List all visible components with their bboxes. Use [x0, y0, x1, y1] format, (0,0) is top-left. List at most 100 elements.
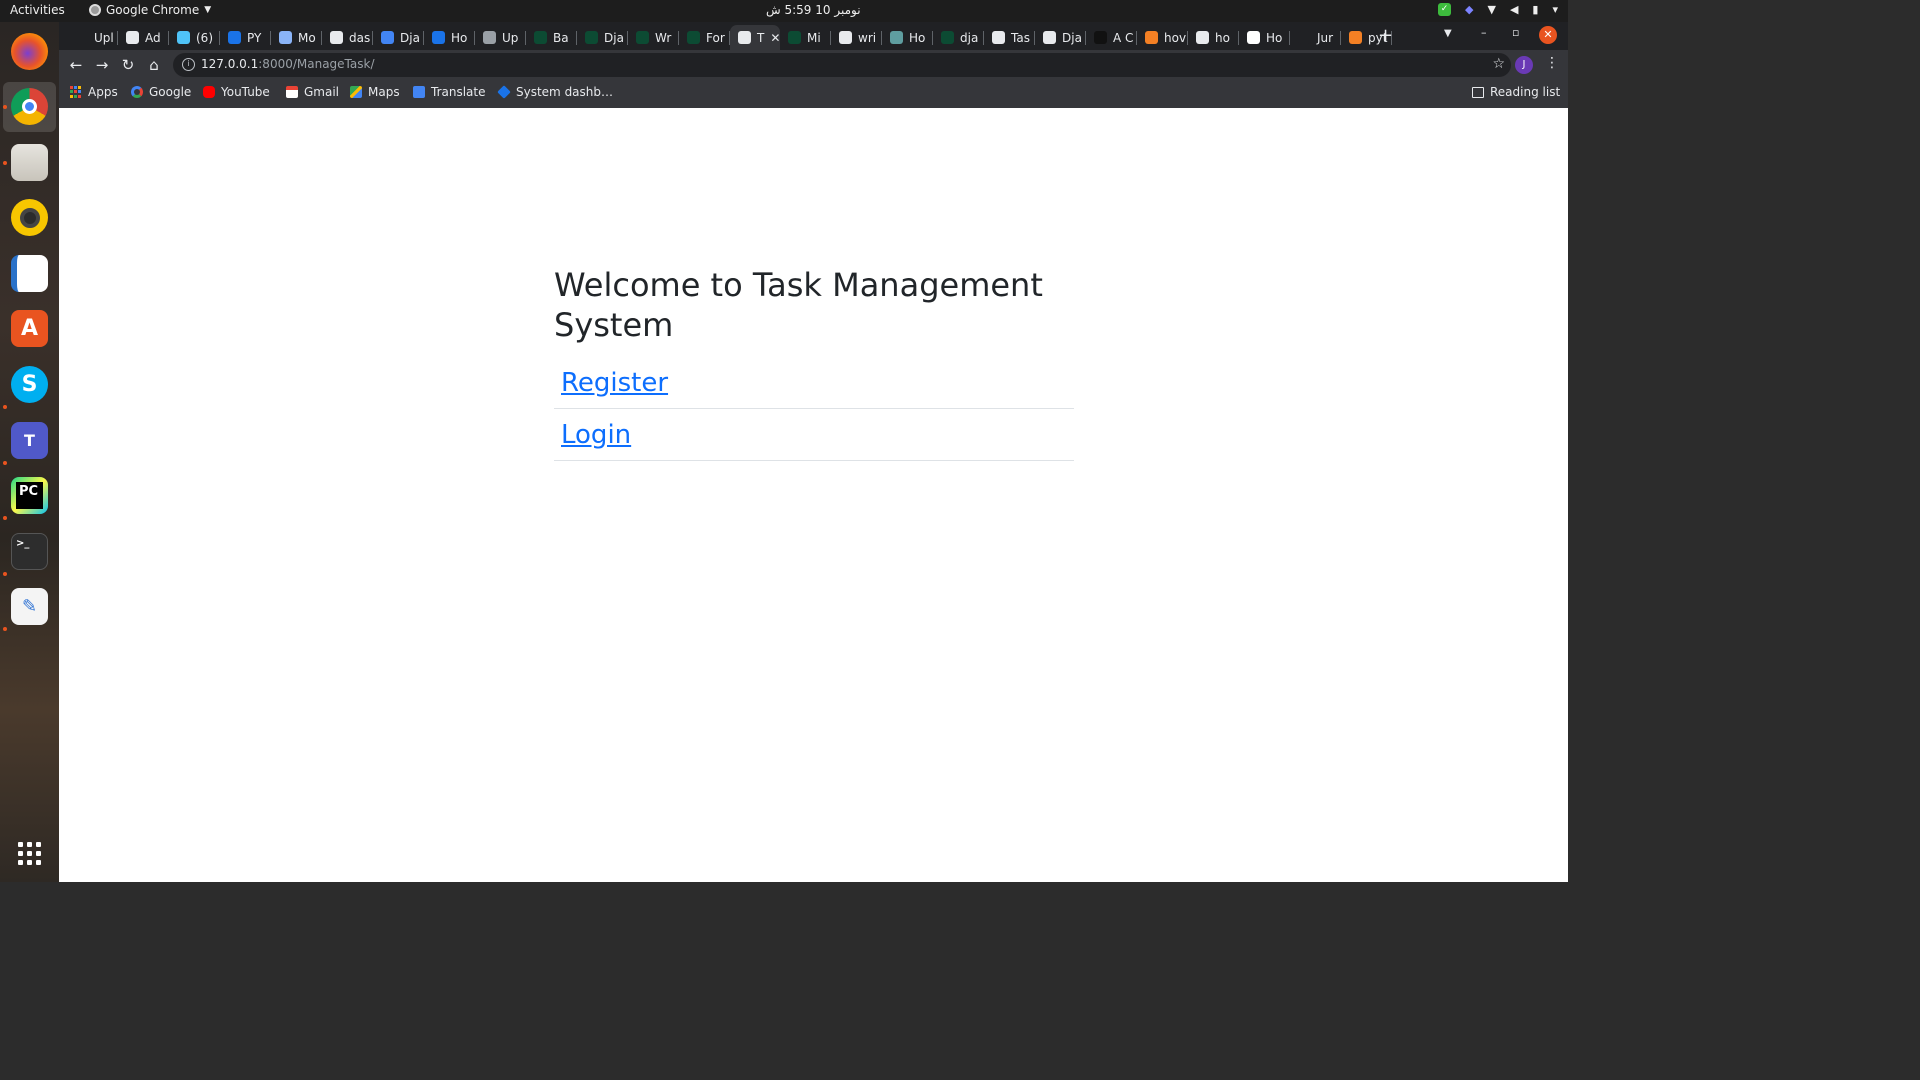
tab[interactable]: Dja	[373, 25, 424, 50]
tab[interactable]: Ba	[526, 25, 577, 50]
site-info-icon[interactable]: i	[182, 58, 195, 71]
reading-list-button[interactable]: Reading list	[1472, 85, 1560, 99]
tab[interactable]: hov	[1137, 25, 1188, 50]
close-window-button[interactable]: ✕	[1539, 26, 1557, 44]
tab-favicon-icon	[839, 31, 852, 44]
tab[interactable]: For	[679, 25, 730, 50]
teams-icon[interactable]: T	[11, 422, 48, 459]
register-link[interactable]: Register	[561, 368, 668, 398]
tab[interactable]: Mo	[271, 25, 322, 50]
reload-button[interactable]: ↻	[119, 56, 137, 74]
tab-favicon-icon	[636, 31, 649, 44]
reading-list-icon	[1472, 86, 1484, 98]
system-tray[interactable]: ✓ ◆ ▼ ◀ ▮ ▾	[1438, 3, 1558, 16]
bookmark-label: Google	[149, 85, 192, 99]
skype-icon[interactable]: S	[11, 366, 48, 403]
apps-grid-icon	[70, 86, 82, 98]
tab-title: Wr	[655, 30, 672, 45]
volume-icon[interactable]: ◀	[1510, 3, 1518, 16]
tab-close-icon[interactable]: ✕	[770, 31, 780, 45]
wifi-icon[interactable]: ▼	[1487, 3, 1495, 16]
tab[interactable]: Mi	[780, 25, 831, 50]
tab[interactable]: Ho	[882, 25, 933, 50]
tab-favicon-icon	[1145, 31, 1158, 44]
tab[interactable]: Ho	[1239, 25, 1290, 50]
dock: A S T PC >_ ✎	[0, 22, 59, 882]
tab[interactable]: Up	[475, 25, 526, 50]
bookmark-google[interactable]: Google	[131, 85, 191, 99]
tab-title: hov	[1164, 30, 1187, 45]
bookmark-label: Maps	[368, 85, 400, 99]
tab-search-chevron-icon[interactable]: ▼	[1444, 28, 1452, 39]
bookmark-system-dashboard[interactable]: System dashb…	[497, 85, 613, 99]
bookmark-star-icon[interactable]: ☆	[1492, 56, 1505, 72]
chrome-menu-icon[interactable]: ⋮	[1545, 55, 1559, 71]
bookmark-gmail[interactable]: Gmail	[286, 85, 339, 99]
tab[interactable]: A C	[1086, 25, 1137, 50]
tab[interactable]: das	[322, 25, 373, 50]
browser-toolbar: ← → ↻ ⌂ i 127.0.0.1:8000/ManageTask/ ☆ J…	[59, 50, 1568, 80]
rhythmbox-icon[interactable]	[11, 199, 48, 236]
bookmark-label: YouTube	[221, 85, 270, 99]
writer-icon[interactable]	[11, 255, 48, 292]
list-item: Register	[554, 357, 1074, 409]
bookmark-translate[interactable]: Translate	[413, 85, 486, 99]
chrome-icon[interactable]	[11, 88, 48, 125]
new-tab-button[interactable]: +	[1378, 25, 1393, 46]
maximize-button[interactable]: ▫	[1512, 26, 1519, 39]
battery-icon[interactable]: ▮	[1532, 3, 1538, 16]
activities-button[interactable]: Activities	[10, 3, 65, 17]
tab[interactable]: Dja	[577, 25, 628, 50]
home-button[interactable]: ⌂	[145, 56, 163, 74]
tab[interactable]: wri	[831, 25, 882, 50]
bookmark-maps[interactable]: Maps	[350, 85, 400, 99]
tab-title: Ho	[909, 30, 926, 45]
app-menu[interactable]: Google Chrome ▼	[89, 3, 211, 17]
tab[interactable]: Jur	[1290, 25, 1341, 50]
tab[interactable]: (6)	[169, 25, 220, 50]
tab-favicon-icon	[279, 31, 292, 44]
bookmark-apps[interactable]: Apps	[70, 85, 118, 99]
system-menu-caret-icon[interactable]: ▾	[1552, 3, 1558, 16]
page-viewport: Welcome to Task Management System Regist…	[59, 108, 1568, 882]
terminal-icon[interactable]: >_	[11, 533, 48, 570]
tab[interactable]: Tas	[984, 25, 1035, 50]
tab[interactable]: Upl	[67, 25, 118, 50]
pycharm-icon[interactable]: PC	[11, 477, 48, 514]
tab-favicon-icon	[992, 31, 1005, 44]
tab[interactable]: Ho	[424, 25, 475, 50]
tab[interactable]: ho	[1188, 25, 1239, 50]
gnome-top-bar: Activities Google Chrome ▼ نومبر 10 5:59…	[0, 0, 1568, 22]
back-button[interactable]: ←	[67, 56, 85, 74]
url-text[interactable]: 127.0.0.1:8000/ManageTask/	[201, 57, 375, 71]
profile-avatar[interactable]: J	[1515, 56, 1533, 74]
address-bar[interactable]: i 127.0.0.1:8000/ManageTask/ ☆	[173, 53, 1511, 77]
forward-button[interactable]: →	[93, 56, 111, 74]
tab[interactable]: Wr	[628, 25, 679, 50]
tab-active[interactable]: T ✕	[730, 25, 780, 50]
tab[interactable]: Ad	[118, 25, 169, 50]
running-indicator	[3, 405, 7, 409]
files-icon[interactable]	[11, 144, 48, 181]
shield-icon[interactable]: ✓	[1438, 3, 1451, 16]
firefox-icon[interactable]	[11, 33, 48, 70]
software-icon[interactable]: A	[11, 310, 48, 347]
bookmark-label: Apps	[88, 85, 118, 99]
show-apps-icon[interactable]	[11, 835, 48, 872]
clock[interactable]: نومبر 10 5:59 ش	[766, 3, 861, 17]
running-indicator	[3, 161, 7, 165]
running-indicator	[3, 572, 7, 576]
tab[interactable]: PY	[220, 25, 271, 50]
tab[interactable]: Dja	[1035, 25, 1086, 50]
bookmark-label: Translate	[431, 85, 486, 99]
login-link[interactable]: Login	[561, 420, 631, 450]
tab-title: dja	[960, 30, 979, 45]
tab-title: das	[349, 30, 371, 45]
bookmark-youtube[interactable]: YouTube	[203, 85, 270, 99]
teams-tray-icon[interactable]: ◆	[1465, 3, 1473, 16]
caret-down-icon: ▼	[204, 5, 212, 15]
text-editor-icon[interactable]: ✎	[11, 588, 48, 625]
maps-icon	[350, 86, 362, 98]
minimize-button[interactable]: –	[1481, 26, 1487, 39]
tab[interactable]: dja	[933, 25, 984, 50]
